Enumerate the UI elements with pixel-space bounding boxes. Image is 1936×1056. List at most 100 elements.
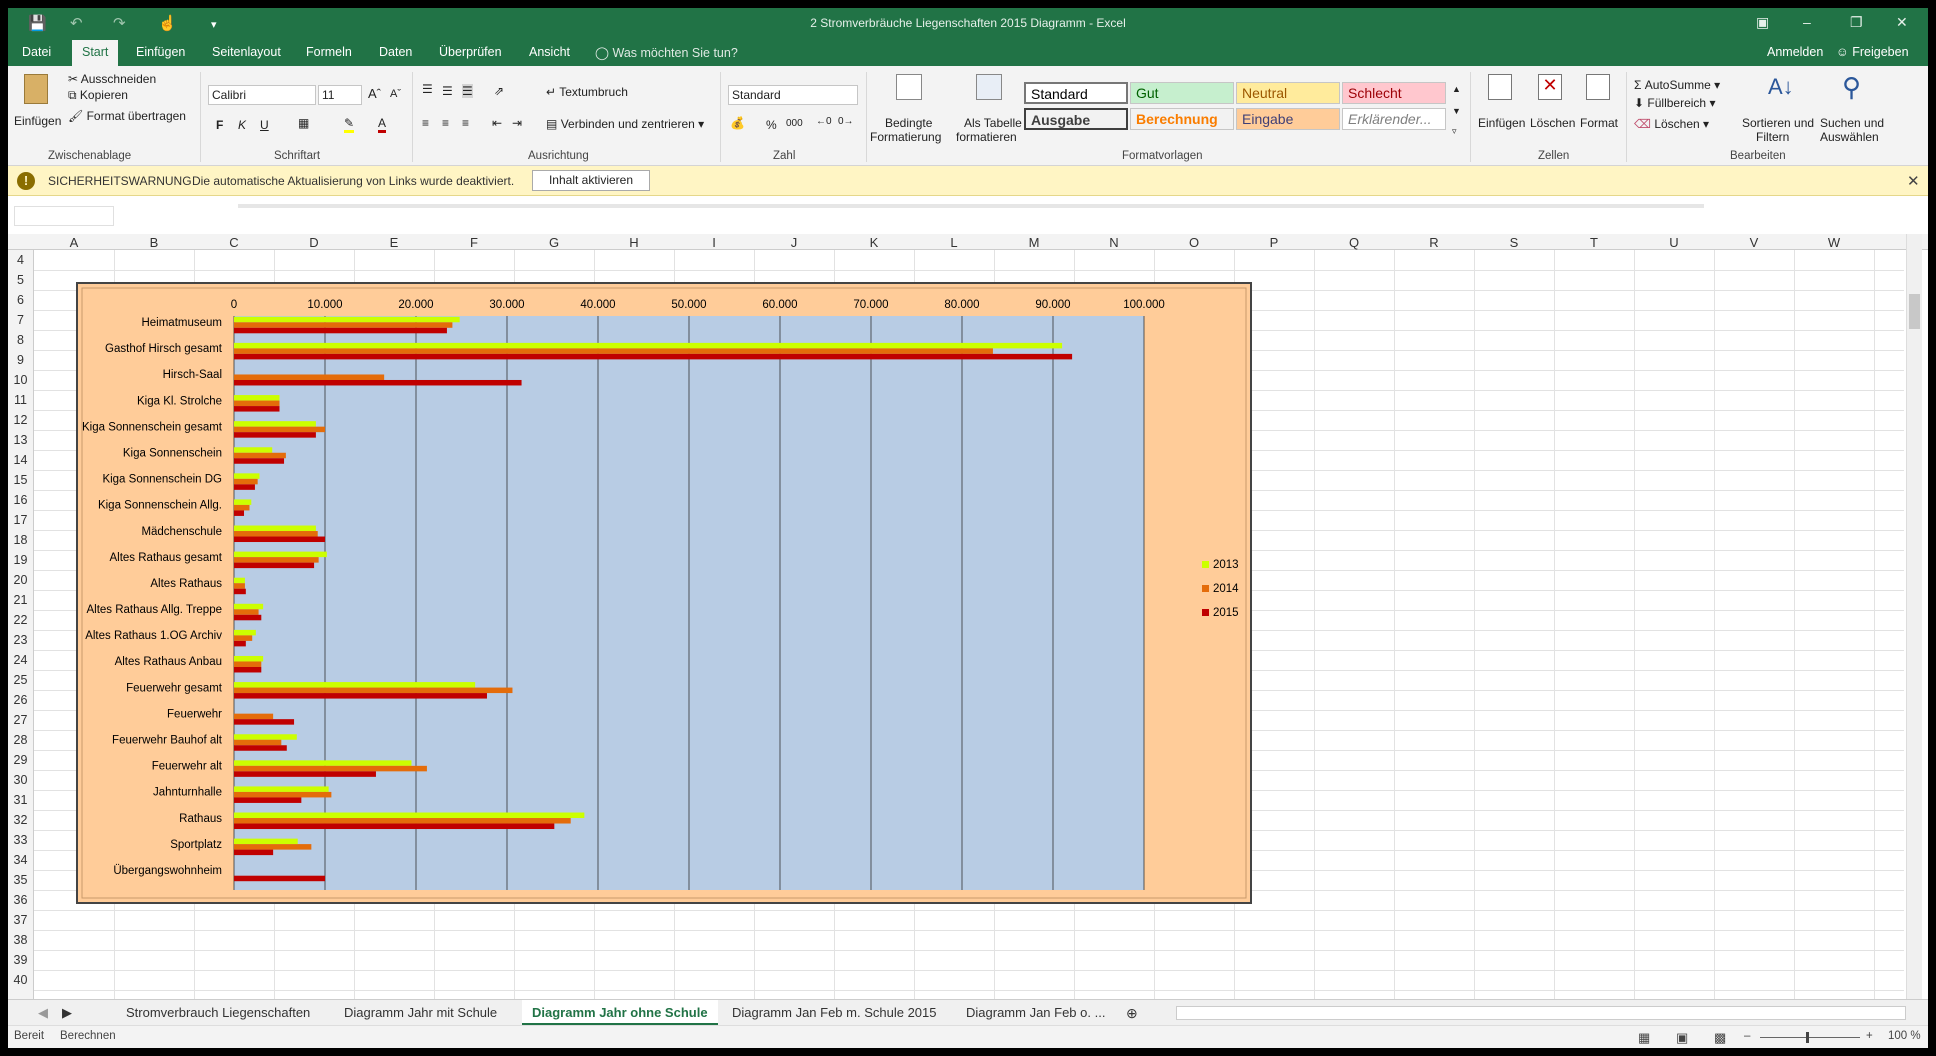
tell-me-search[interactable]: ◯ Was möchten Sie tun? <box>595 45 738 60</box>
add-sheet-icon[interactable]: ⊕ <box>1126 1005 1138 1022</box>
tab-formeln[interactable]: Formeln <box>306 45 352 59</box>
scroll-thumb[interactable] <box>1909 294 1920 329</box>
column-header[interactable]: F <box>434 235 514 250</box>
row-header[interactable]: 21 <box>8 593 33 607</box>
find-select-line1[interactable]: Suchen und <box>1820 116 1884 130</box>
vertical-scrollbar[interactable] <box>1906 234 1922 999</box>
column-header[interactable]: W <box>1794 235 1874 250</box>
decrease-decimal-icon[interactable]: 0→ <box>838 116 854 127</box>
align-left-icon[interactable]: ≡ <box>422 116 429 130</box>
row-header[interactable]: 36 <box>8 893 33 907</box>
minimize-icon[interactable]: – <box>1803 14 1811 30</box>
align-bottom-icon[interactable]: ☰ <box>462 84 473 98</box>
fill-color-icon[interactable]: ✎ <box>344 116 355 133</box>
tab-seitenlayout[interactable]: Seitenlayout <box>212 45 281 59</box>
prev-sheet-icon[interactable]: ◀ <box>38 1005 48 1021</box>
indent-increase-icon[interactable]: ⇥ <box>512 116 522 130</box>
underline-button[interactable]: U <box>260 118 269 132</box>
percent-button[interactable]: % <box>766 118 777 132</box>
row-header[interactable]: 7 <box>8 313 33 327</box>
row-header[interactable]: 34 <box>8 853 33 867</box>
row-header[interactable]: 28 <box>8 733 33 747</box>
fill-button[interactable]: ⬇ Füllbereich ▾ <box>1634 96 1715 110</box>
align-right-icon[interactable]: ≡ <box>462 116 469 130</box>
restore-icon[interactable]: ❐ <box>1850 14 1863 31</box>
cell-style-7[interactable]: Erklärender... <box>1342 108 1446 130</box>
copy-button[interactable]: ⧉ Kopieren <box>68 88 128 103</box>
column-header[interactable]: A <box>34 235 114 250</box>
column-header[interactable]: K <box>834 235 914 250</box>
column-header[interactable]: U <box>1634 235 1714 250</box>
row-header[interactable]: 15 <box>8 473 33 487</box>
row-header[interactable]: 30 <box>8 773 33 787</box>
increase-decimal-icon[interactable]: ←0 <box>816 116 832 127</box>
row-header[interactable]: 37 <box>8 913 33 927</box>
cond-format-line1[interactable]: Bedingte <box>885 116 932 130</box>
format-cells-button[interactable]: Format <box>1580 116 1618 130</box>
format-painter-button[interactable]: 🖌 Format übertragen <box>68 109 186 123</box>
column-header[interactable]: T <box>1554 235 1634 250</box>
cell-style-2[interactable]: Neutral <box>1236 82 1340 104</box>
font-size-select[interactable]: 11 <box>318 85 362 105</box>
column-header[interactable]: V <box>1714 235 1794 250</box>
row-header[interactable]: 25 <box>8 673 33 687</box>
indent-decrease-icon[interactable]: ⇤ <box>492 116 502 130</box>
name-box[interactable] <box>14 206 114 226</box>
row-header[interactable]: 11 <box>8 393 33 407</box>
row-header[interactable]: 10 <box>8 373 33 387</box>
paste-button[interactable]: Einfügen <box>14 114 61 128</box>
row-header[interactable]: 14 <box>8 453 33 467</box>
number-format-select[interactable]: Standard <box>728 85 858 105</box>
horizontal-scrollbar[interactable] <box>1176 1006 1906 1020</box>
cell-style-3[interactable]: Schlecht <box>1342 82 1446 104</box>
column-header[interactable]: O <box>1154 235 1234 250</box>
row-header[interactable]: 22 <box>8 613 33 627</box>
paste-icon[interactable] <box>24 74 48 104</box>
merge-center-button[interactable]: ▤ Verbinden und zentrieren ▾ <box>546 117 704 131</box>
as-table-line2[interactable]: formatieren <box>956 130 1017 144</box>
border-icon[interactable]: ▦ <box>298 116 309 130</box>
row-header[interactable]: 32 <box>8 813 33 827</box>
row-header[interactable]: 17 <box>8 513 33 527</box>
tab-start[interactable]: Start <box>72 40 119 66</box>
close-warning-icon[interactable]: ✕ <box>1907 172 1920 190</box>
row-header[interactable]: 6 <box>8 293 33 307</box>
page-layout-icon[interactable]: ▣ <box>1676 1030 1688 1046</box>
column-header[interactable]: G <box>514 235 594 250</box>
row-header[interactable]: 4 <box>8 253 33 267</box>
zoom-out-icon[interactable]: – <box>1744 1030 1750 1042</box>
tab-daten[interactable]: Daten <box>379 45 412 59</box>
column-header[interactable]: E <box>354 235 434 250</box>
insert-cells-button[interactable]: Einfügen <box>1478 116 1525 130</box>
row-header[interactable]: 40 <box>8 973 33 987</box>
page-break-icon[interactable]: ▩ <box>1714 1030 1726 1046</box>
row-header[interactable]: 16 <box>8 493 33 507</box>
column-header[interactable]: S <box>1474 235 1554 250</box>
column-header[interactable]: C <box>194 235 274 250</box>
row-header[interactable]: 33 <box>8 833 33 847</box>
italic-button[interactable]: K <box>238 118 246 132</box>
row-header[interactable]: 38 <box>8 933 33 947</box>
share-button[interactable]: ☺ Freigeben <box>1836 45 1909 59</box>
as-table-line1[interactable]: Als Tabelle <box>964 116 1022 130</box>
row-header[interactable]: 18 <box>8 533 33 547</box>
row-header[interactable]: 19 <box>8 553 33 567</box>
cell-style-5[interactable]: Berechnung <box>1130 108 1234 130</box>
wrap-text-button[interactable]: ↵ Textumbruch <box>546 85 628 99</box>
row-header[interactable]: 29 <box>8 753 33 767</box>
find-select-line2[interactable]: Auswählen <box>1820 130 1879 144</box>
row-header[interactable]: 23 <box>8 633 33 647</box>
next-sheet-icon[interactable]: ▶ <box>62 1005 72 1021</box>
row-header[interactable]: 8 <box>8 333 33 347</box>
column-header[interactable]: N <box>1074 235 1154 250</box>
row-header[interactable]: 5 <box>8 273 33 287</box>
font-color-icon[interactable]: A <box>378 116 387 133</box>
sheet-tab[interactable]: Diagramm Jan Feb m. Schule 2015 <box>732 1005 936 1020</box>
cell-style-6[interactable]: Eingabe <box>1236 108 1340 130</box>
row-header[interactable]: 39 <box>8 953 33 967</box>
sort-filter-line2[interactable]: Filtern <box>1756 130 1789 144</box>
font-name-select[interactable]: Calibri <box>208 85 316 105</box>
sort-filter-line1[interactable]: Sortieren und <box>1742 116 1814 130</box>
chart[interactable]: 0 10.000 20.000 30.000 40.000 50.000 60.000 70.… <box>76 282 1252 904</box>
row-header[interactable]: 27 <box>8 713 33 727</box>
